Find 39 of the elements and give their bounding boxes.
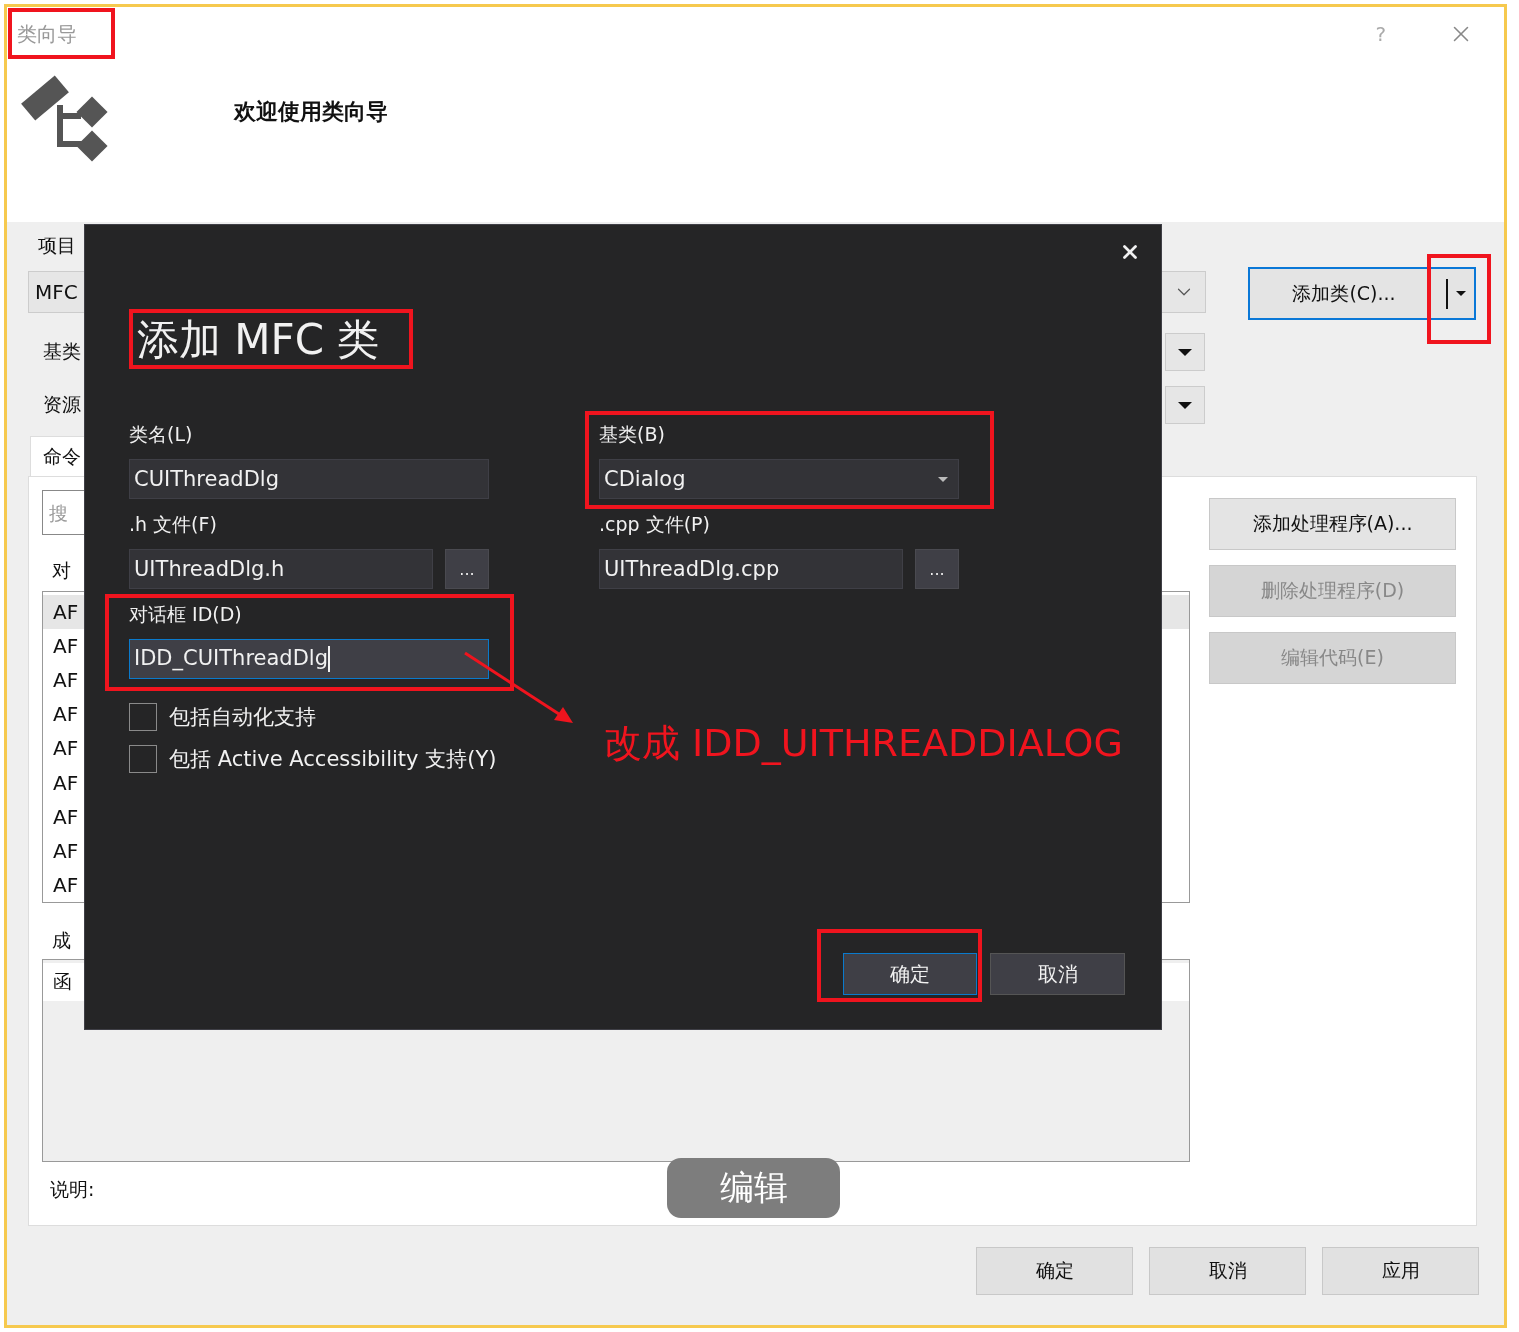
browse-button[interactable]: ... — [915, 549, 959, 589]
dialog-button[interactable]: 确定 — [843, 953, 977, 995]
input-field[interactable]: UIThreadDlg.cpp — [599, 549, 903, 589]
description-label: 说明: — [50, 1177, 95, 1202]
dropdown-button[interactable] — [1165, 333, 1205, 371]
field-label: .h 文件(F) — [129, 513, 217, 535]
footer-button[interactable]: 取消 — [1149, 1247, 1306, 1295]
checkbox-label: 包括 Active Accessibility 支持(Y) — [169, 746, 497, 773]
caret-icon — [938, 476, 948, 482]
footer-button[interactable]: 确定 — [976, 1247, 1133, 1295]
section-label: 对 — [52, 558, 71, 583]
checkbox[interactable] — [129, 745, 157, 773]
input-field[interactable]: IDD_CUIThreadDlg — [129, 639, 489, 679]
edit-button[interactable]: 编辑 — [667, 1158, 840, 1218]
input-field[interactable]: UIThreadDlg.h — [129, 549, 433, 589]
field-label: 资源 — [42, 392, 82, 417]
checkbox-label: 包括自动化支持 — [169, 704, 316, 731]
field-label: .cpp 文件(P) — [599, 513, 710, 535]
dialog-title: 添加 MFC 类 — [137, 318, 380, 362]
column-header: 函 — [53, 969, 72, 994]
welcome-heading: 欢迎使用类向导 — [234, 98, 388, 126]
annotation-note: 改成 IDD_UITHREADDIALOG — [604, 720, 1123, 767]
field-label: 基类 — [42, 339, 82, 364]
field-label: 类名(L) — [129, 423, 193, 445]
dialog-button[interactable]: 取消 — [990, 953, 1125, 995]
checkbox[interactable] — [129, 703, 157, 731]
base-class-dropdown[interactable]: CDialog — [599, 459, 959, 499]
section-label: 成 — [52, 928, 71, 953]
add-class-button[interactable]: 添加类(C)... — [1248, 267, 1476, 320]
footer-button[interactable]: 应用 — [1322, 1247, 1479, 1295]
dropdown-button[interactable] — [1165, 386, 1205, 424]
window-title: 类向导 — [17, 20, 77, 48]
browse-button[interactable]: ... — [445, 549, 489, 589]
field-label: 基类(B) — [599, 423, 665, 445]
input-field[interactable]: CUIThreadDlg — [129, 459, 489, 499]
field-label: 对话框 ID(D) — [129, 603, 242, 625]
field-label: 项目 — [38, 233, 76, 258]
handler-button[interactable]: 添加处理程序(A)... — [1209, 498, 1456, 550]
caret-icon — [1456, 291, 1466, 296]
